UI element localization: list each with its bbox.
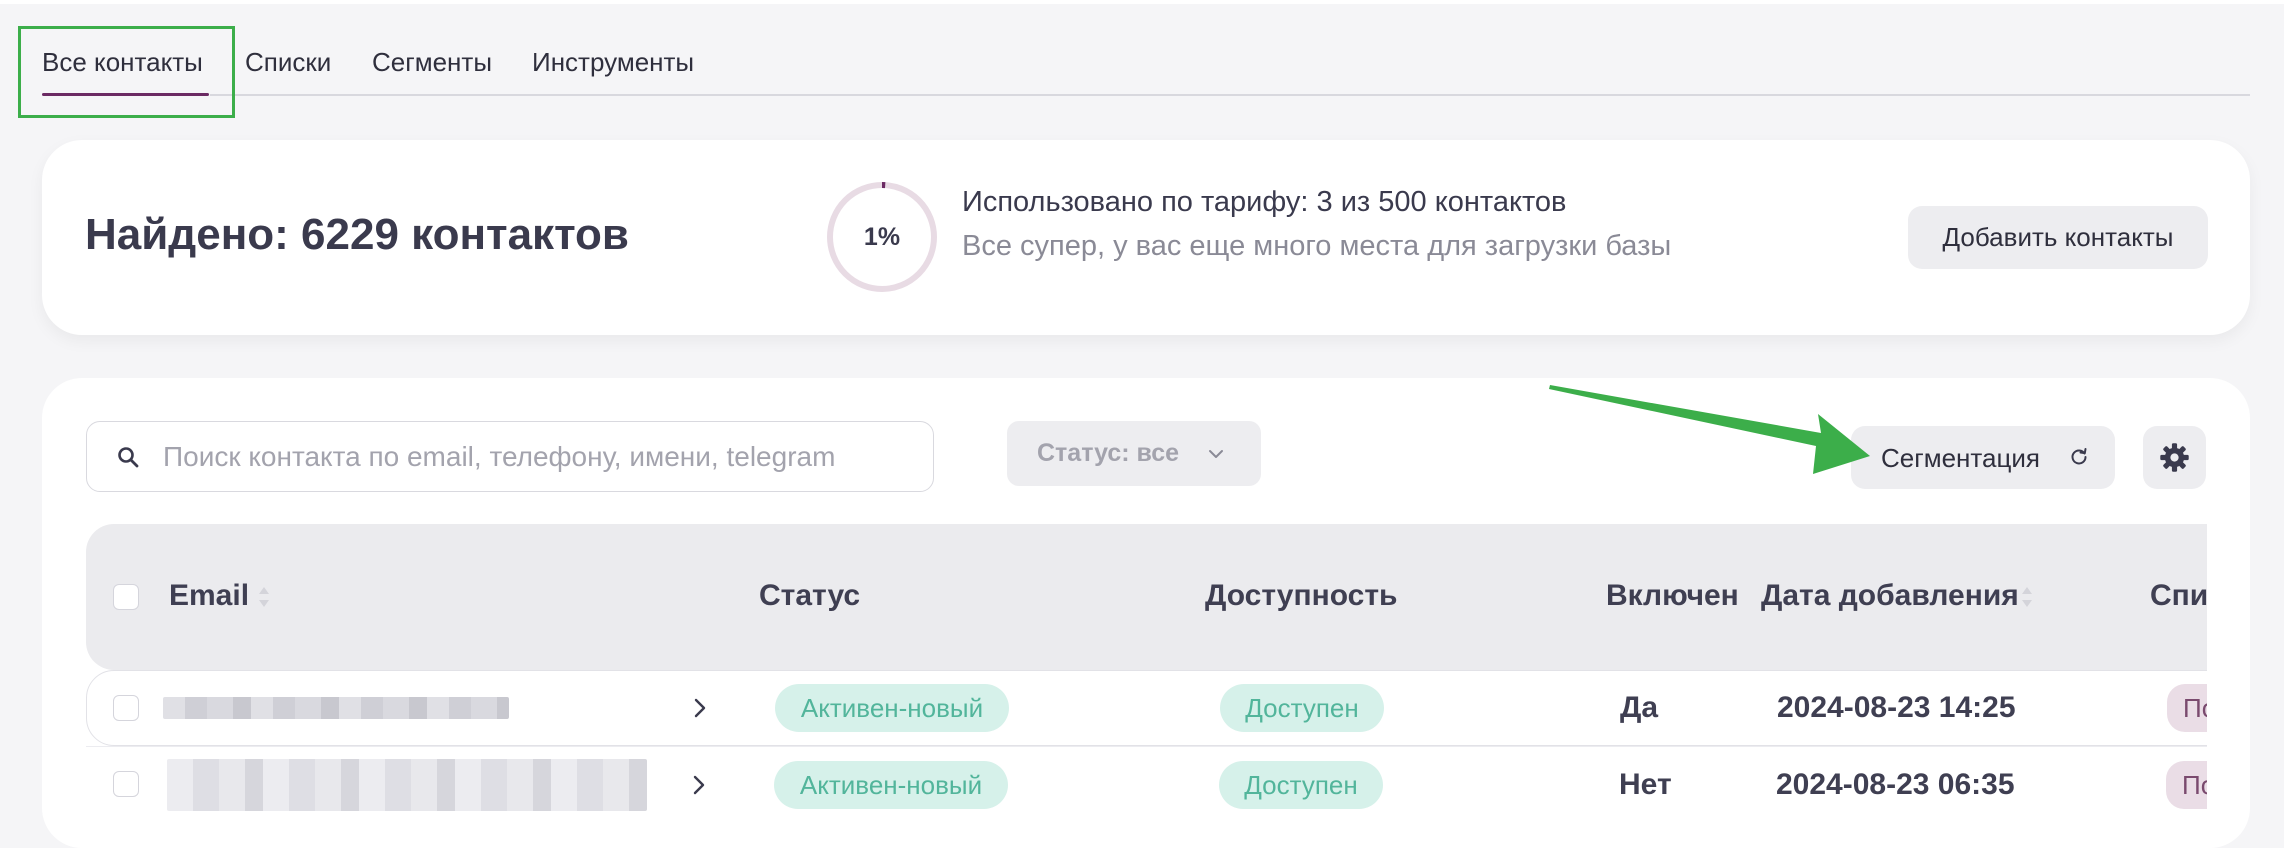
settings-button[interactable]	[2143, 426, 2206, 489]
segmentation-button-label: Сегментация	[1881, 443, 2040, 473]
availability-badge: Доступен	[1220, 684, 1384, 732]
status-filter-dropdown[interactable]: Статус: все	[1007, 421, 1261, 486]
select-all-checkbox[interactable]	[113, 584, 139, 610]
summary-card: Найдено: 6229 контактов 1% Использовано …	[42, 140, 2250, 335]
search-input[interactable]	[163, 422, 913, 491]
list-badge: По	[2166, 761, 2207, 809]
column-header-status: Статус	[759, 579, 861, 612]
column-header-lists: Спи	[2150, 579, 2207, 612]
found-count-title: Найдено: 6229 контактов	[85, 210, 629, 259]
tab-lists[interactable]: Списки	[245, 47, 331, 78]
chevron-down-icon	[1209, 450, 1223, 458]
segmentation-button[interactable]: Сегментация	[1851, 426, 2115, 489]
status-badge: Активен-новый	[775, 684, 1009, 732]
tab-bar: Все контакты Списки Сегменты Инструменты	[0, 30, 2284, 96]
top-strip	[0, 0, 2284, 4]
chevron-right-icon[interactable]	[692, 774, 706, 796]
column-header-email[interactable]: Email	[169, 579, 249, 613]
highlight-box	[18, 26, 235, 118]
tab-segments[interactable]: Сегменты	[372, 47, 492, 78]
blurred-email	[163, 697, 509, 719]
table-header: Email Статус Доступность Включен Дата до…	[86, 524, 2207, 670]
table-row[interactable]: Активен-новый Доступен Нет 2024-08-23 06…	[86, 747, 2207, 823]
usage-text: Использовано по тарифу: 3 из 500 контакт…	[962, 186, 1567, 218]
enabled-value: Да	[1620, 691, 1659, 724]
column-header-availability: Доступность	[1205, 579, 1398, 612]
availability-badge: Доступен	[1219, 761, 1383, 809]
table-row[interactable]: Активен-новый Доступен Да 2024-08-23 14:…	[86, 670, 2207, 746]
date-added-value: 2024-08-23 06:35	[1776, 768, 2015, 801]
list-badge: По	[2167, 684, 2207, 732]
date-added-value: 2024-08-23 14:25	[1777, 691, 2016, 724]
tabs-divider	[210, 94, 2250, 96]
enabled-value: Нет	[1619, 768, 1672, 801]
search-icon	[118, 447, 139, 468]
usage-percent-label: 1%	[863, 223, 901, 251]
refresh-icon	[2071, 448, 2087, 465]
blurred-email	[167, 759, 647, 811]
row-checkbox[interactable]	[113, 771, 139, 797]
contacts-table: Email Статус Доступность Включен Дата до…	[86, 524, 2207, 848]
tab-tools[interactable]: Инструменты	[532, 47, 694, 78]
gear-icon	[2160, 443, 2189, 472]
row-checkbox[interactable]	[113, 695, 139, 721]
status-badge: Активен-новый	[774, 761, 1008, 809]
column-header-date-added[interactable]: Дата добавления	[1761, 579, 2019, 613]
search-box	[86, 421, 934, 492]
chevron-right-icon[interactable]	[693, 697, 707, 719]
contacts-card: Статус: все Сегментация	[42, 378, 2250, 848]
status-filter-label: Статус: все	[1037, 439, 1180, 467]
sort-icon[interactable]	[2021, 584, 2033, 610]
column-header-enabled: Включен	[1606, 579, 1739, 612]
add-contacts-button[interactable]: Добавить контакты	[1908, 206, 2208, 269]
usage-note: Все супер, у вас еще много места для заг…	[962, 230, 1672, 262]
sort-icon[interactable]	[258, 584, 270, 610]
